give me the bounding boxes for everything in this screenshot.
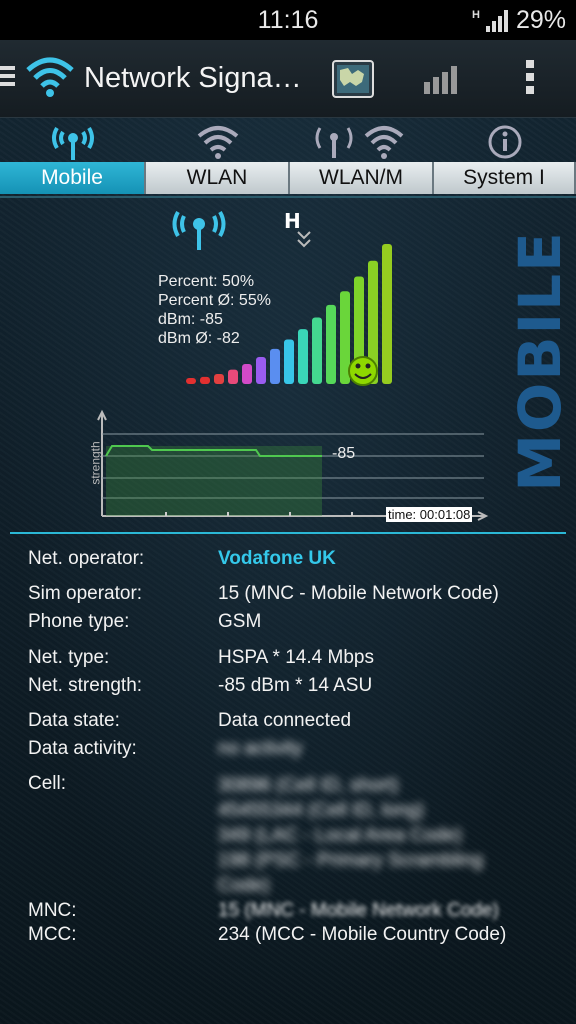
network-type-indicator: H xyxy=(472,8,480,21)
signal-bar xyxy=(228,369,238,384)
signal-bar xyxy=(326,304,336,384)
antenna-icon xyxy=(52,126,94,160)
tab-label: WLAN xyxy=(146,162,290,194)
status-clock: 11:16 xyxy=(257,5,319,34)
tab-label: System I xyxy=(434,162,576,194)
status-right: H 29% xyxy=(472,6,566,35)
detail-label: Data state: xyxy=(28,710,120,731)
data-arrows-icon xyxy=(297,231,311,248)
dbm-avg-text: dBm Ø: -82 xyxy=(158,330,240,347)
detail-label: MCC: xyxy=(28,924,77,945)
detail-value: 15 (MNC - Mobile Network Code) xyxy=(218,583,499,604)
tab-wlan[interactable]: WLAN xyxy=(146,118,290,196)
signal-bar xyxy=(312,317,322,384)
wifi-icon xyxy=(197,126,239,159)
map-icon[interactable] xyxy=(332,60,374,98)
detail-value: Data connected xyxy=(218,710,352,731)
content-area: Mobile WLAN WLAN/M System I MOBILE H Per… xyxy=(0,118,576,1024)
detail-value: 15 (MNC - Mobile Network Code) xyxy=(218,900,499,921)
percent-text: Percent: 50% xyxy=(158,273,255,290)
signal-bar xyxy=(256,356,266,384)
tab-system-info[interactable]: System I xyxy=(434,118,576,196)
graph-time-label: time: 00:01:08 xyxy=(386,507,473,522)
dbm-text: dBm: -85 xyxy=(158,311,223,328)
signal-bar xyxy=(186,378,196,384)
detail-label: Phone type: xyxy=(28,611,130,632)
tab-label: WLAN/M xyxy=(290,162,434,194)
detail-label: Cell: xyxy=(28,773,67,794)
network-indicator: H xyxy=(284,209,301,233)
antenna-icon xyxy=(172,210,226,250)
section-separator xyxy=(10,532,566,534)
graph-y-label: strength xyxy=(88,441,103,485)
app-title: Network Signa… xyxy=(84,62,302,94)
tab-wlan-mobile[interactable]: WLAN/M xyxy=(290,118,434,196)
cell-info: 30896 (Cell ID, short) 45455344 (Cell ID… xyxy=(218,775,484,896)
signal-stats: Percent: 50% Percent Ø: 55% dBm: -85 dBm… xyxy=(158,272,271,348)
tab-bar: Mobile WLAN WLAN/M System I xyxy=(0,118,576,196)
smiley-icon xyxy=(348,356,378,386)
detail-label: Sim operator: xyxy=(28,583,143,604)
detail-value: HSPA * 14.4 Mbps xyxy=(218,647,374,668)
cell-signal-icon xyxy=(485,9,508,32)
signal-bar xyxy=(270,348,280,384)
battery-level: 29% xyxy=(515,6,566,34)
detail-label: Net. type: xyxy=(28,647,110,668)
antenna-wifi-icon xyxy=(315,126,404,159)
detail-value: GSM xyxy=(218,611,262,632)
detail-label: Net. operator: xyxy=(28,548,145,569)
tab-mobile[interactable]: Mobile xyxy=(0,118,146,196)
signal-bar xyxy=(298,329,308,384)
info-icon xyxy=(488,125,522,159)
signal-bars-icon[interactable] xyxy=(424,66,458,94)
detail-value: 234 (MCC - Mobile Country Code) xyxy=(218,924,507,945)
side-label: MOBILE xyxy=(506,230,574,492)
tabs-divider xyxy=(0,196,576,198)
graph-current-value: -85 xyxy=(332,445,356,462)
percent-avg-text: Percent Ø: 55% xyxy=(158,292,271,309)
signal-bar xyxy=(284,339,294,384)
detail-value: no activity xyxy=(218,738,303,759)
status-bar: 11:16 H 29% xyxy=(0,0,576,40)
tab-label: Mobile xyxy=(0,162,146,194)
wifi-icon[interactable] xyxy=(24,54,76,100)
detail-value: -85 dBm * 14 ASU xyxy=(218,675,373,696)
action-bar: Network Signa… xyxy=(0,40,576,118)
detail-label: MNC: xyxy=(28,900,77,921)
signal-bar xyxy=(382,244,392,384)
drawer-menu-icon[interactable] xyxy=(0,66,16,90)
signal-bar xyxy=(214,373,224,384)
signal-bar xyxy=(242,363,252,384)
detail-label: Data activity: xyxy=(28,738,137,759)
signal-bar xyxy=(200,376,210,384)
operator-name: Vodafone UK xyxy=(218,548,336,569)
detail-label: Net. strength: xyxy=(28,675,143,696)
overflow-menu-icon[interactable] xyxy=(526,60,536,96)
